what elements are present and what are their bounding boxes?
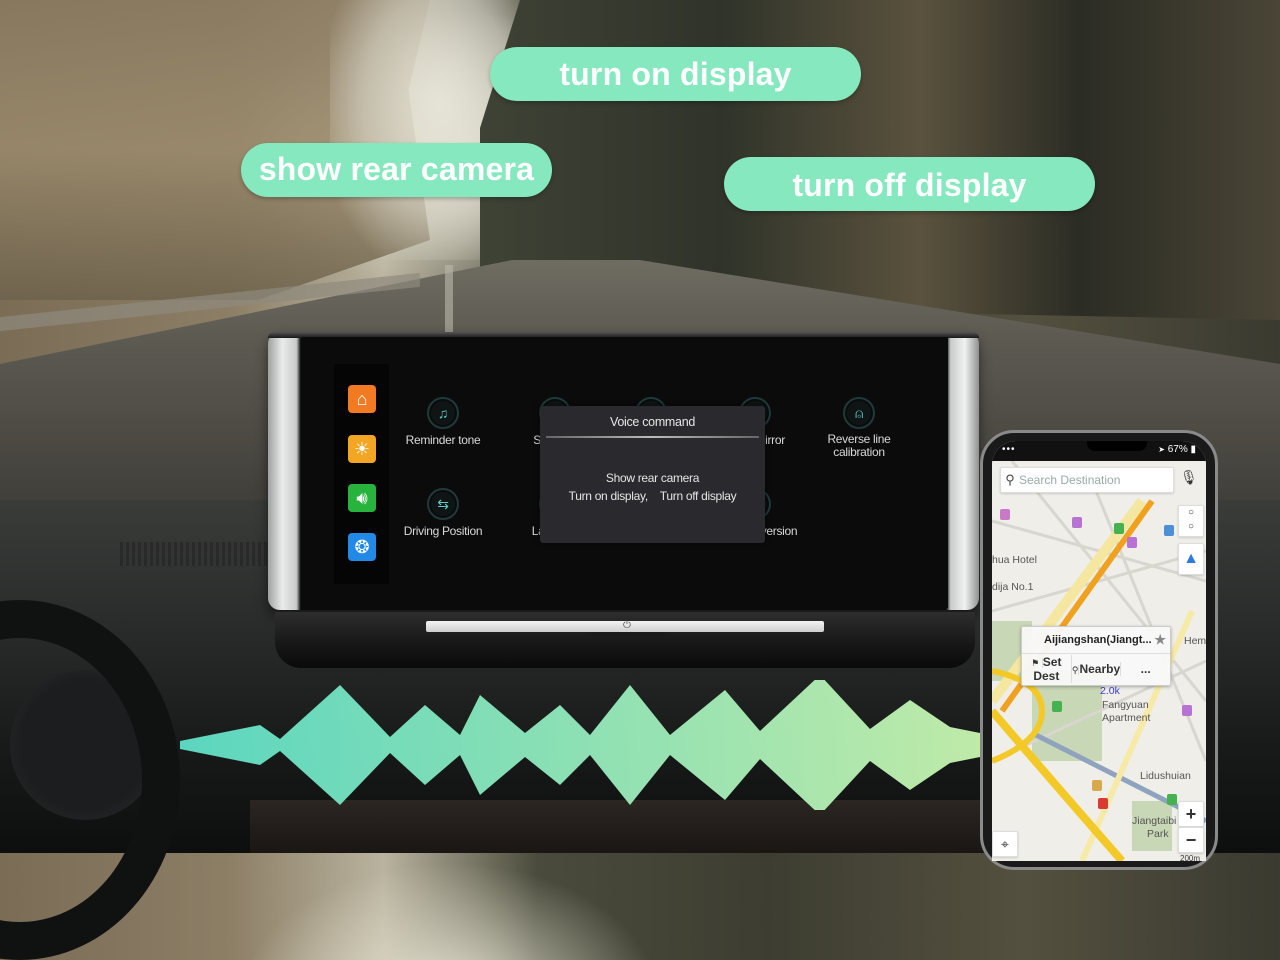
star-icon[interactable]: ★ xyxy=(1154,627,1166,653)
tile-driving-position[interactable]: ⇆ Driving Position xyxy=(388,488,498,538)
map-label: Hemuji xyxy=(1184,635,1206,647)
more-button[interactable]: ... xyxy=(1121,662,1170,676)
home-button[interactable]: ⌂ xyxy=(348,385,376,413)
voice-waveform xyxy=(180,680,980,810)
location-arrow-icon: ➤ xyxy=(1158,445,1165,454)
zoom-in-button[interactable]: + xyxy=(1178,801,1204,827)
voice-prompt-show-rear-camera: show rear camera xyxy=(241,143,552,197)
signal-icon: ••• xyxy=(1002,444,1016,455)
voice-prompt-turn-on-display: turn on display xyxy=(490,47,861,101)
dialog-title: Voice command xyxy=(609,415,696,429)
waveform-shape xyxy=(180,680,980,810)
home-icon: ⌂ xyxy=(356,388,368,409)
map-label: dija No.1 xyxy=(992,581,1034,593)
battery-percent: 67% xyxy=(1167,444,1188,455)
phone-notch xyxy=(1087,441,1147,451)
zoom-out-button[interactable]: − xyxy=(1178,827,1204,853)
brightness-button[interactable]: ☀ xyxy=(348,435,376,463)
poi-marker[interactable] xyxy=(1164,525,1174,536)
search-placeholder: Search Destination xyxy=(1019,473,1121,487)
poi-marker[interactable] xyxy=(1092,780,1102,791)
volume-button[interactable]: 🔊︎ xyxy=(348,484,376,512)
tile-label: Reminder tone xyxy=(405,433,481,447)
nearby-label: Nearby xyxy=(1079,662,1121,676)
map-label: hua Hotel xyxy=(992,554,1037,566)
road-center-line xyxy=(445,265,453,335)
sun-icon: ☀ xyxy=(353,438,371,459)
poi-marker[interactable] xyxy=(1127,537,1137,548)
tile-label: Driving Position xyxy=(403,524,483,538)
navigation-arrow-icon: ▲ xyxy=(1183,550,1199,567)
search-destination-input[interactable]: ⚲ Search Destination xyxy=(1000,467,1174,493)
locate-me-button[interactable]: ⌖ xyxy=(992,831,1018,857)
layers-button[interactable]: ○ ○ xyxy=(1178,505,1204,537)
tile-reverse-line-calibration[interactable]: ⍝ Reverse line calibration xyxy=(804,397,914,459)
reverse-line-icon: ⍝ xyxy=(843,397,875,429)
poi-marker[interactable] xyxy=(1052,701,1062,712)
map-label: Fangyuan xyxy=(1102,699,1149,711)
phone-screen: ••• ➤ 67% ▮ ⚲ Search Destination 🎙︎ ○ ○ … xyxy=(992,441,1206,861)
battery-indicator: ➤ 67% ▮ xyxy=(1158,444,1196,455)
dashboard-vent xyxy=(120,542,270,566)
poi-marker[interactable] xyxy=(1072,517,1082,528)
microphone-icon[interactable]: 🎙︎ xyxy=(1180,469,1198,486)
poi-marker[interactable] xyxy=(1182,705,1192,716)
dialog-command-1: Show rear camera xyxy=(605,471,700,485)
swap-arrows-icon: ⇆ xyxy=(427,488,459,520)
map-label: Lidushuian xyxy=(1140,770,1191,782)
shutter-icon: ❂ xyxy=(354,536,370,557)
place-name: Aijiangshan(Jiangt... xyxy=(1044,634,1152,646)
crosshair-icon: ⌖ xyxy=(1001,836,1009,852)
nearby-button[interactable]: ⚲Nearby xyxy=(1071,662,1122,676)
tile-label: Reverse line calibration xyxy=(827,432,891,459)
tile-reminder-tone[interactable]: ♫ Reminder tone xyxy=(388,397,498,447)
place-popup: Aijiangshan(Jiangt... ★ ⚑ Set Dest ⚲Near… xyxy=(1021,626,1171,686)
map-label: Park xyxy=(1147,828,1169,840)
base-notch xyxy=(588,632,668,637)
voice-command-dialog: Voice command Show rear camera Turn on d… xyxy=(540,406,765,543)
place-title: Aijiangshan(Jiangt... ★ xyxy=(1022,627,1170,654)
poi-marker[interactable] xyxy=(1098,798,1108,809)
flag-icon: ⚑ xyxy=(1031,658,1043,668)
poi-marker[interactable] xyxy=(1000,509,1010,520)
dialog-command-2: Turn on display, Turn off display xyxy=(568,489,737,503)
navigation-button[interactable]: ▲ xyxy=(1178,543,1204,575)
poi-marker[interactable] xyxy=(1114,523,1124,534)
map-label: 2.0k xyxy=(1100,685,1120,697)
popup-actions: ⚑ Set Dest ⚲Nearby ... xyxy=(1022,654,1170,684)
map-view[interactable]: ⚲ Search Destination 🎙︎ ○ ○ ▲ hua Hotel di… xyxy=(992,461,1206,861)
music-note-icon: ♫ xyxy=(427,397,459,429)
map-scale: 200m xyxy=(1180,854,1201,861)
speaker-icon: 🔊︎ xyxy=(356,487,368,508)
map-label: Jiangtaibi xyxy=(1132,815,1177,827)
voice-prompt-turn-off-display: turn off display xyxy=(724,157,1095,211)
map-label: Apartment xyxy=(1102,712,1151,724)
search-icon: ⚲ xyxy=(1005,472,1015,487)
poi-marker[interactable] xyxy=(1167,794,1177,805)
dialog-body: Show rear camera Turn on display, Turn o… xyxy=(540,438,765,505)
camera-button[interactable]: ❂ xyxy=(348,533,376,561)
set-dest-button[interactable]: ⚑ Set Dest xyxy=(1022,655,1072,683)
power-button[interactable]: ⏻ xyxy=(621,620,633,632)
power-icon: ⏻ xyxy=(623,620,631,631)
layers-icon: ○ ○ xyxy=(1187,507,1195,532)
